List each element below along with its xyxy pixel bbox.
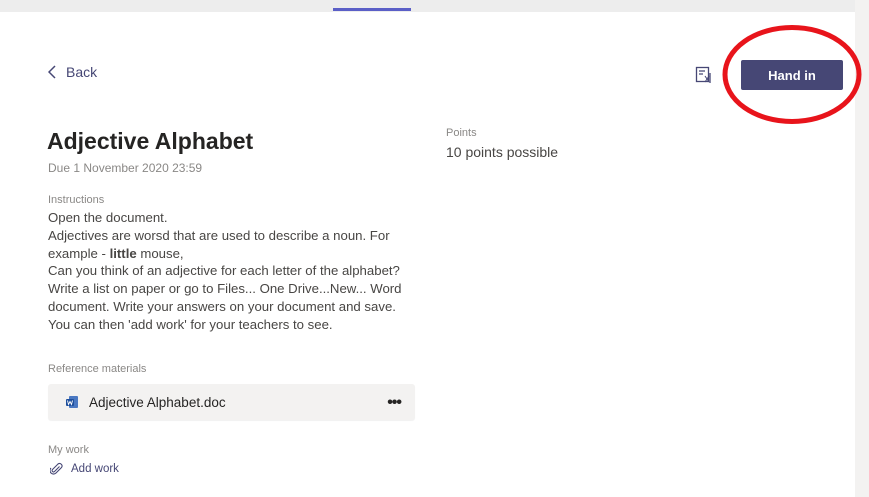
assignment-title: Adjective Alphabet [47, 128, 254, 154]
points-label: Points [446, 127, 477, 139]
instructions-label: Instructions [48, 194, 105, 206]
instructions-line: You can then 'add work' for your teacher… [48, 316, 333, 332]
word-document-icon [66, 396, 78, 408]
active-tab-indicator [333, 8, 411, 11]
instructions-line: Open the document. [48, 210, 168, 225]
chevron-left-icon [48, 65, 56, 79]
instructions-line: Adjectives are worsd that are used to de… [48, 227, 390, 243]
instructions-text-segment: example - [48, 245, 110, 261]
red-annotation-circle [722, 25, 862, 124]
add-work-label: Add work [71, 463, 119, 475]
instructions-line: example - little mouse, [48, 245, 408, 263]
instructions-line: document. Write your answers on your doc… [48, 298, 396, 314]
due-date: Due 1 November 2020 23:59 [48, 161, 203, 175]
instructions-bold-word: little [109, 245, 137, 261]
immersive-reader-icon[interactable] [695, 65, 715, 85]
back-link[interactable]: Back [48, 64, 97, 80]
reference-file-name: Adjective Alphabet.doc [89, 394, 226, 410]
instructions-text: Open the document. Adjectives are worsd … [48, 209, 408, 334]
back-label: Back [66, 64, 98, 80]
my-work-label: My work [48, 444, 89, 456]
instructions-line: Can you think of an adjective for each l… [48, 263, 400, 279]
add-work-link[interactable]: Add work [50, 462, 119, 476]
more-options-icon[interactable]: ••• [387, 394, 402, 412]
instructions-text-segment: mouse, [136, 245, 184, 261]
reference-file-card[interactable]: Adjective Alphabet.doc ••• [48, 384, 415, 420]
points-value: 10 points possible [446, 144, 559, 160]
instructions-line: Write a list on paper or go to Files... … [48, 281, 402, 297]
reference-materials-label: Reference materials [48, 363, 147, 375]
top-bar [0, 0, 869, 12]
paperclip-icon [50, 462, 63, 475]
